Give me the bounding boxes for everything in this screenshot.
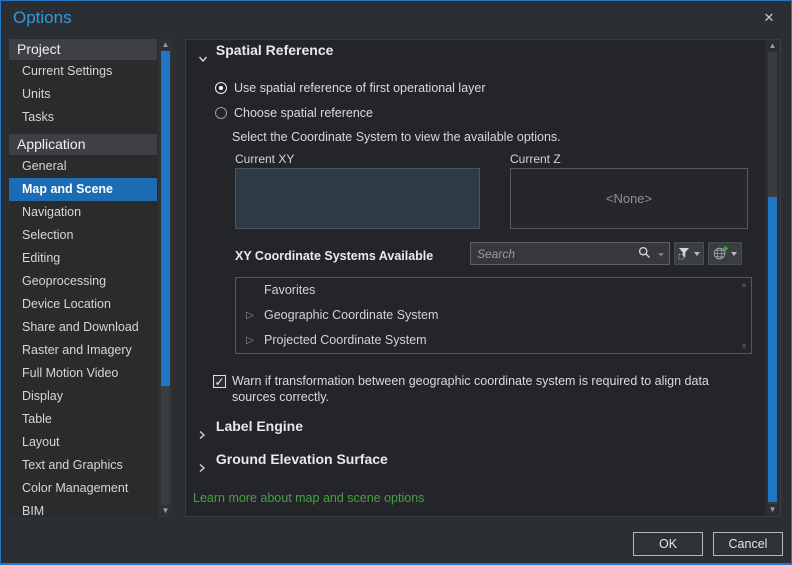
learn-more-link[interactable]: Learn more about map and scene options (193, 491, 424, 505)
sidebar-item[interactable]: Table (9, 408, 157, 431)
checkbox-checked-icon[interactable]: ✓ (213, 375, 226, 388)
main-panel: Spatial Reference Use spatial reference … (185, 39, 781, 517)
sidebar-item[interactable]: General (9, 155, 157, 178)
chevron-right-icon (198, 430, 212, 440)
list-scroll-down-icon[interactable]: ▼ (740, 342, 748, 351)
sidebar-item[interactable]: Display (9, 385, 157, 408)
sidebar: Project Current Settings Units Tasks App… (9, 39, 173, 517)
main-scrollbar[interactable]: ▲ ▼ (765, 40, 780, 516)
sidebar-section-application: Application (9, 134, 157, 155)
map-and-scene-options: Spatial Reference Use spatial reference … (186, 40, 765, 516)
sidebar-item[interactable]: BIM (9, 500, 157, 517)
scrollbar-thumb[interactable] (768, 197, 777, 502)
radio-unselected-icon (215, 107, 227, 119)
sidebar-item[interactable]: Navigation (9, 201, 157, 224)
sidebar-item[interactable]: Device Location (9, 293, 157, 316)
current-z-display: <None> (510, 168, 748, 229)
section-label-engine[interactable]: Label Engine (198, 418, 303, 443)
filter-button[interactable] (674, 242, 704, 265)
cancel-button[interactable]: Cancel (713, 532, 783, 556)
sidebar-scrollbar[interactable]: ▲ ▼ (158, 39, 173, 517)
radio-selected-icon (215, 82, 227, 94)
sidebar-section-project: Project (9, 39, 157, 60)
radio-first-operational-layer[interactable]: Use spatial reference of first operation… (215, 81, 486, 95)
coordinate-system-row[interactable]: ▷ Favorites (236, 278, 751, 303)
sidebar-item[interactable]: Text and Graphics (9, 454, 157, 477)
sidebar-item[interactable]: Geoprocessing (9, 270, 157, 293)
sidebar-item[interactable]: Selection (9, 224, 157, 247)
add-coordinate-system-button[interactable] (708, 242, 742, 265)
scroll-down-icon[interactable]: ▼ (765, 504, 780, 516)
section-ground-elevation-surface[interactable]: Ground Elevation Surface (198, 451, 388, 476)
sidebar-item[interactable]: Current Settings (9, 60, 157, 83)
sidebar-list: Project Current Settings Units Tasks App… (9, 39, 157, 517)
scrollbar-thumb[interactable] (161, 51, 170, 386)
globe-add-icon (713, 246, 728, 261)
warn-transformation-option[interactable]: ✓ Warn if transformation between geograp… (213, 373, 753, 405)
coordinate-systems-list: ▷ Favorites ▷ Geographic Coordinate Syst… (235, 277, 752, 354)
coordinate-system-row[interactable]: ▷ Geographic Coordinate System (236, 303, 751, 328)
sidebar-item[interactable]: Color Management (9, 477, 157, 500)
coordinate-system-row[interactable]: ▷ Projected Coordinate System (236, 328, 751, 353)
filter-icon (678, 247, 691, 260)
search-box (470, 242, 670, 265)
current-xy-display (235, 168, 480, 229)
chevron-right-icon (198, 463, 212, 473)
scroll-up-icon[interactable]: ▲ (158, 39, 173, 51)
current-z-label: Current Z (510, 152, 561, 166)
options-dialog: Options ✕ Project Current Settings Units… (0, 0, 792, 565)
sidebar-item[interactable]: Map and Scene (9, 178, 157, 201)
titlebar: Options ✕ (1, 1, 791, 37)
ok-button[interactable]: OK (633, 532, 703, 556)
sidebar-item[interactable]: Share and Download (9, 316, 157, 339)
globe-dropdown-arrow-icon (731, 251, 737, 256)
search-options-arrow-icon[interactable] (658, 253, 664, 257)
chevron-down-icon (198, 55, 212, 63)
warn-transformation-label: Warn if transformation between geographi… (232, 374, 709, 404)
section-spatial-reference[interactable]: Spatial Reference (198, 42, 333, 66)
search-icon (638, 246, 651, 259)
coordinate-system-note: Select the Coordinate System to view the… (232, 130, 561, 144)
scroll-down-icon[interactable]: ▼ (158, 505, 173, 517)
current-xy-label: Current XY (235, 152, 295, 166)
filter-dropdown-arrow-icon (694, 251, 700, 256)
radio-choose-spatial-reference[interactable]: Choose spatial reference (215, 106, 373, 120)
sidebar-item[interactable]: Full Motion Video (9, 362, 157, 385)
expand-triangle-icon[interactable]: ▷ (246, 328, 254, 353)
list-scroll-up-icon[interactable]: ▲ (740, 280, 748, 289)
xy-available-label: XY Coordinate Systems Available (235, 249, 434, 263)
sidebar-item[interactable]: Layout (9, 431, 157, 454)
sidebar-item[interactable]: Editing (9, 247, 157, 270)
expand-triangle-icon[interactable]: ▷ (246, 303, 254, 328)
close-icon[interactable]: ✕ (760, 9, 778, 27)
sidebar-item[interactable]: Units (9, 83, 157, 106)
sidebar-item[interactable]: Tasks (9, 106, 157, 129)
dialog-title: Options (13, 8, 72, 27)
sidebar-item[interactable]: Raster and Imagery (9, 339, 157, 362)
search-input[interactable] (471, 243, 641, 264)
scroll-up-icon[interactable]: ▲ (765, 40, 780, 52)
